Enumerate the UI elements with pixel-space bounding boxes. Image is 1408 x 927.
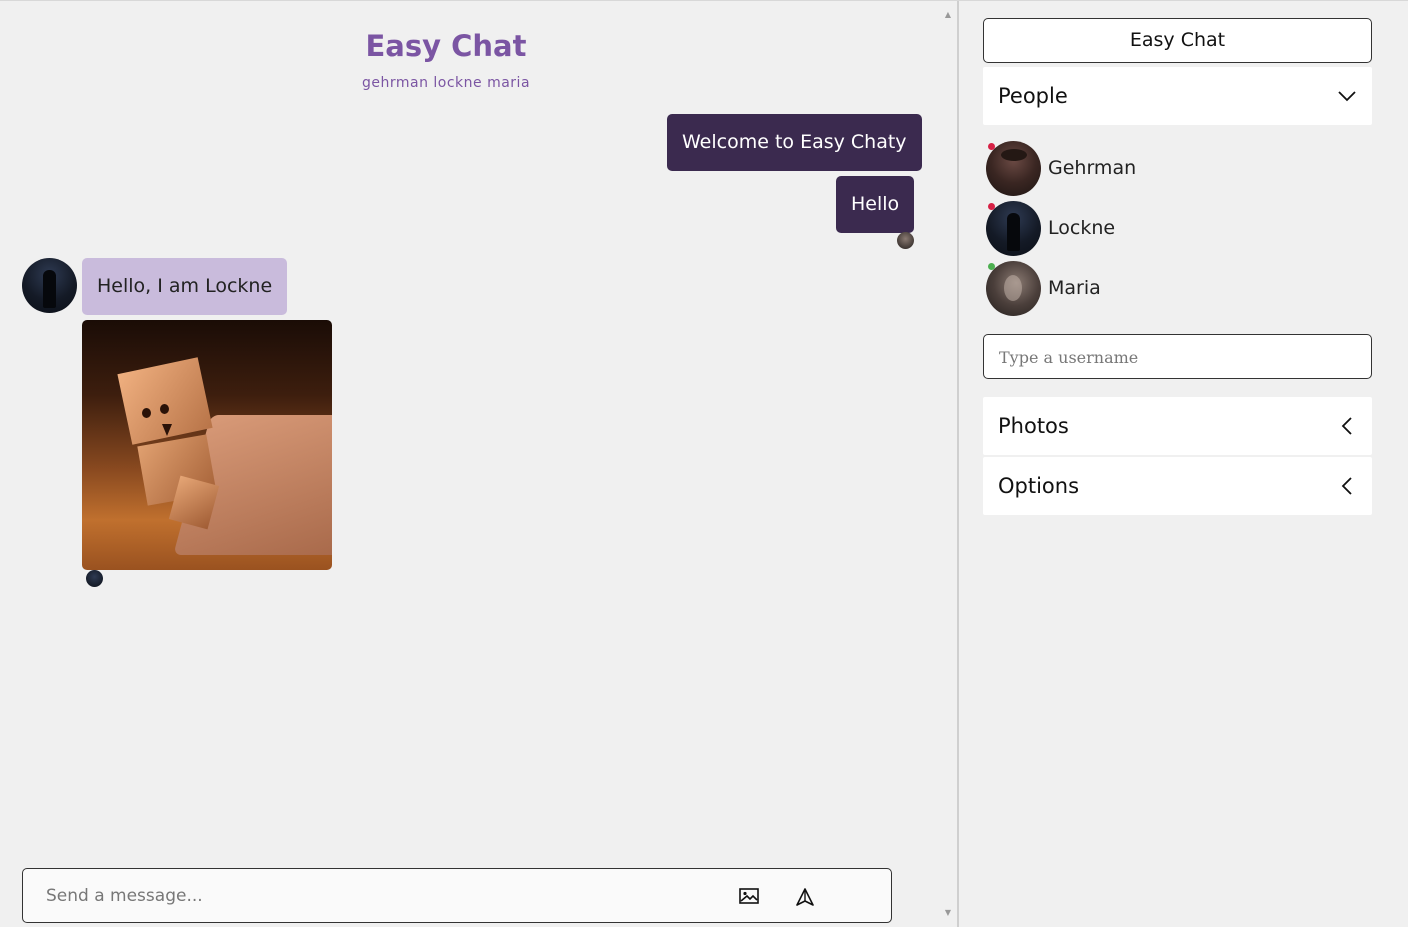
status-dot xyxy=(988,263,995,270)
person-name: Gehrman xyxy=(1048,157,1137,179)
person-item[interactable]: Lockne xyxy=(986,201,1356,256)
people-label: People xyxy=(998,84,1068,108)
sidebar: Easy Chat People Gehrman Lockne Maria P xyxy=(961,1,1408,927)
send-icon[interactable] xyxy=(793,885,817,909)
chevron-left-icon xyxy=(1337,416,1357,436)
app-window: Easy Chat gehrman lockne maria Welcome t… xyxy=(0,0,1408,927)
person-name: Maria xyxy=(1048,277,1101,299)
chat-members: gehrman lockne maria xyxy=(361,75,531,91)
avatar xyxy=(986,141,1041,196)
message-composer xyxy=(22,868,892,923)
scroll-up-arrow[interactable]: ▲ xyxy=(943,11,953,19)
photos-label: Photos xyxy=(998,414,1069,438)
message-bubble-incoming: Hello, I am Lockne xyxy=(82,258,288,315)
person-item[interactable]: Gehrman xyxy=(986,141,1356,196)
image-icon[interactable] xyxy=(737,884,761,908)
read-receipt-avatar xyxy=(86,570,103,587)
people-accordion[interactable]: People xyxy=(983,67,1372,125)
message-bubble-outgoing: Hello xyxy=(836,176,915,233)
options-label: Options xyxy=(998,474,1080,498)
chat-pane: Easy Chat gehrman lockne maria Welcome t… xyxy=(0,1,959,927)
username-input[interactable] xyxy=(999,343,1359,371)
read-receipt-avatar xyxy=(897,232,914,249)
brand-button[interactable]: Easy Chat xyxy=(983,18,1372,63)
message-bubble-outgoing: Welcome to Easy Chaty xyxy=(667,114,922,171)
chat-title: Easy Chat xyxy=(365,29,527,63)
username-search-field xyxy=(983,334,1372,379)
chevron-down-icon xyxy=(1337,86,1357,106)
status-dot xyxy=(988,203,995,210)
sender-avatar[interactable] xyxy=(22,258,77,313)
avatar xyxy=(986,201,1041,256)
scroll-down-arrow[interactable]: ▼ xyxy=(943,909,953,917)
message-input[interactable] xyxy=(46,881,706,911)
message-photo[interactable] xyxy=(82,320,332,570)
photos-accordion[interactable]: Photos xyxy=(983,397,1372,455)
chevron-left-icon xyxy=(1337,476,1357,496)
status-dot xyxy=(988,143,995,150)
avatar xyxy=(986,261,1041,316)
person-item[interactable]: Maria xyxy=(986,261,1356,316)
options-accordion[interactable]: Options xyxy=(983,457,1372,515)
person-name: Lockne xyxy=(1048,217,1116,239)
